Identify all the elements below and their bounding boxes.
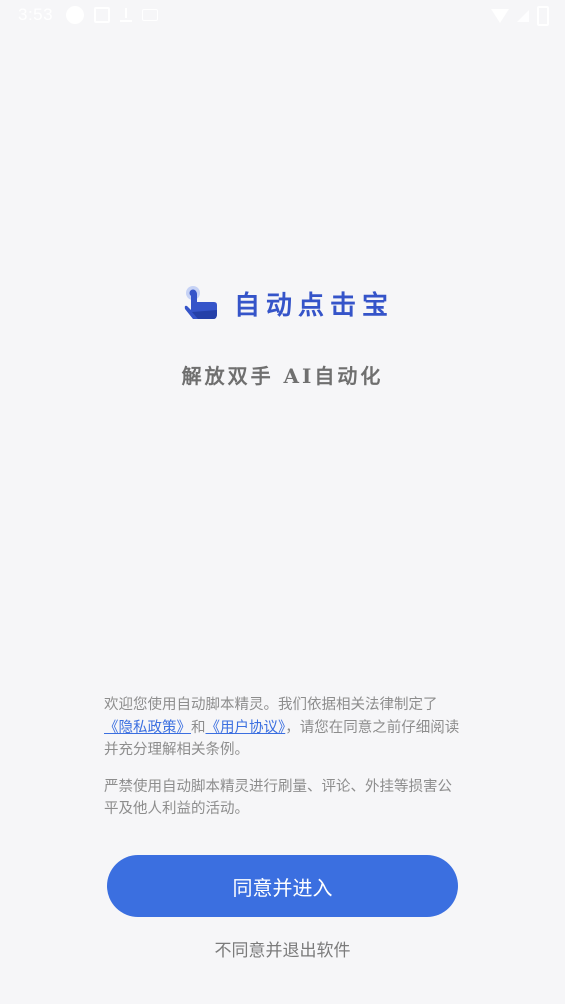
- notice-paragraph-2: 严禁使用自动脚本精灵进行刷量、评论、外挂等损害公平及他人利益的活动。: [104, 778, 452, 818]
- notice-text-a: 欢迎您使用自动脚本精灵。我们依据相关法律制定了: [104, 697, 438, 713]
- signal-icon: [517, 10, 529, 22]
- tap-hand-icon: [184, 286, 217, 319]
- slogan: 解放双手 AI自动化: [181, 364, 384, 388]
- agree-button[interactable]: 同意并进入: [107, 855, 458, 917]
- app-logo: 自动点击宝: [180, 280, 400, 326]
- status-time: 3:53: [18, 5, 54, 24]
- notice-paragraph-1: 欢迎您使用自动脚本精灵。我们依据相关法律制定了《隐私政策》和《用户协议》，请您在…: [104, 694, 464, 762]
- status-icons-right: [491, 6, 549, 26]
- battery-icon: [537, 6, 549, 26]
- privacy-policy-link[interactable]: 《隐私政策》: [104, 720, 191, 736]
- status-bar: 3:53: [0, 0, 565, 30]
- notice-conjunction: 和: [191, 719, 206, 736]
- download-icon: [120, 8, 132, 22]
- keyboard-icon: [142, 9, 158, 21]
- wifi-icon: [491, 9, 509, 23]
- exit-button[interactable]: 不同意并退出软件: [0, 936, 565, 961]
- app-circle-icon: [66, 6, 84, 24]
- status-icons-left: [66, 6, 158, 24]
- notification-box-icon: [94, 7, 110, 23]
- privacy-notice: 欢迎您使用自动脚本精灵。我们依据相关法律制定了《隐私政策》和《用户协议》，请您在…: [104, 694, 464, 821]
- user-agreement-link[interactable]: 《用户协议》: [206, 720, 286, 736]
- app-name: 自动点击宝: [234, 290, 395, 321]
